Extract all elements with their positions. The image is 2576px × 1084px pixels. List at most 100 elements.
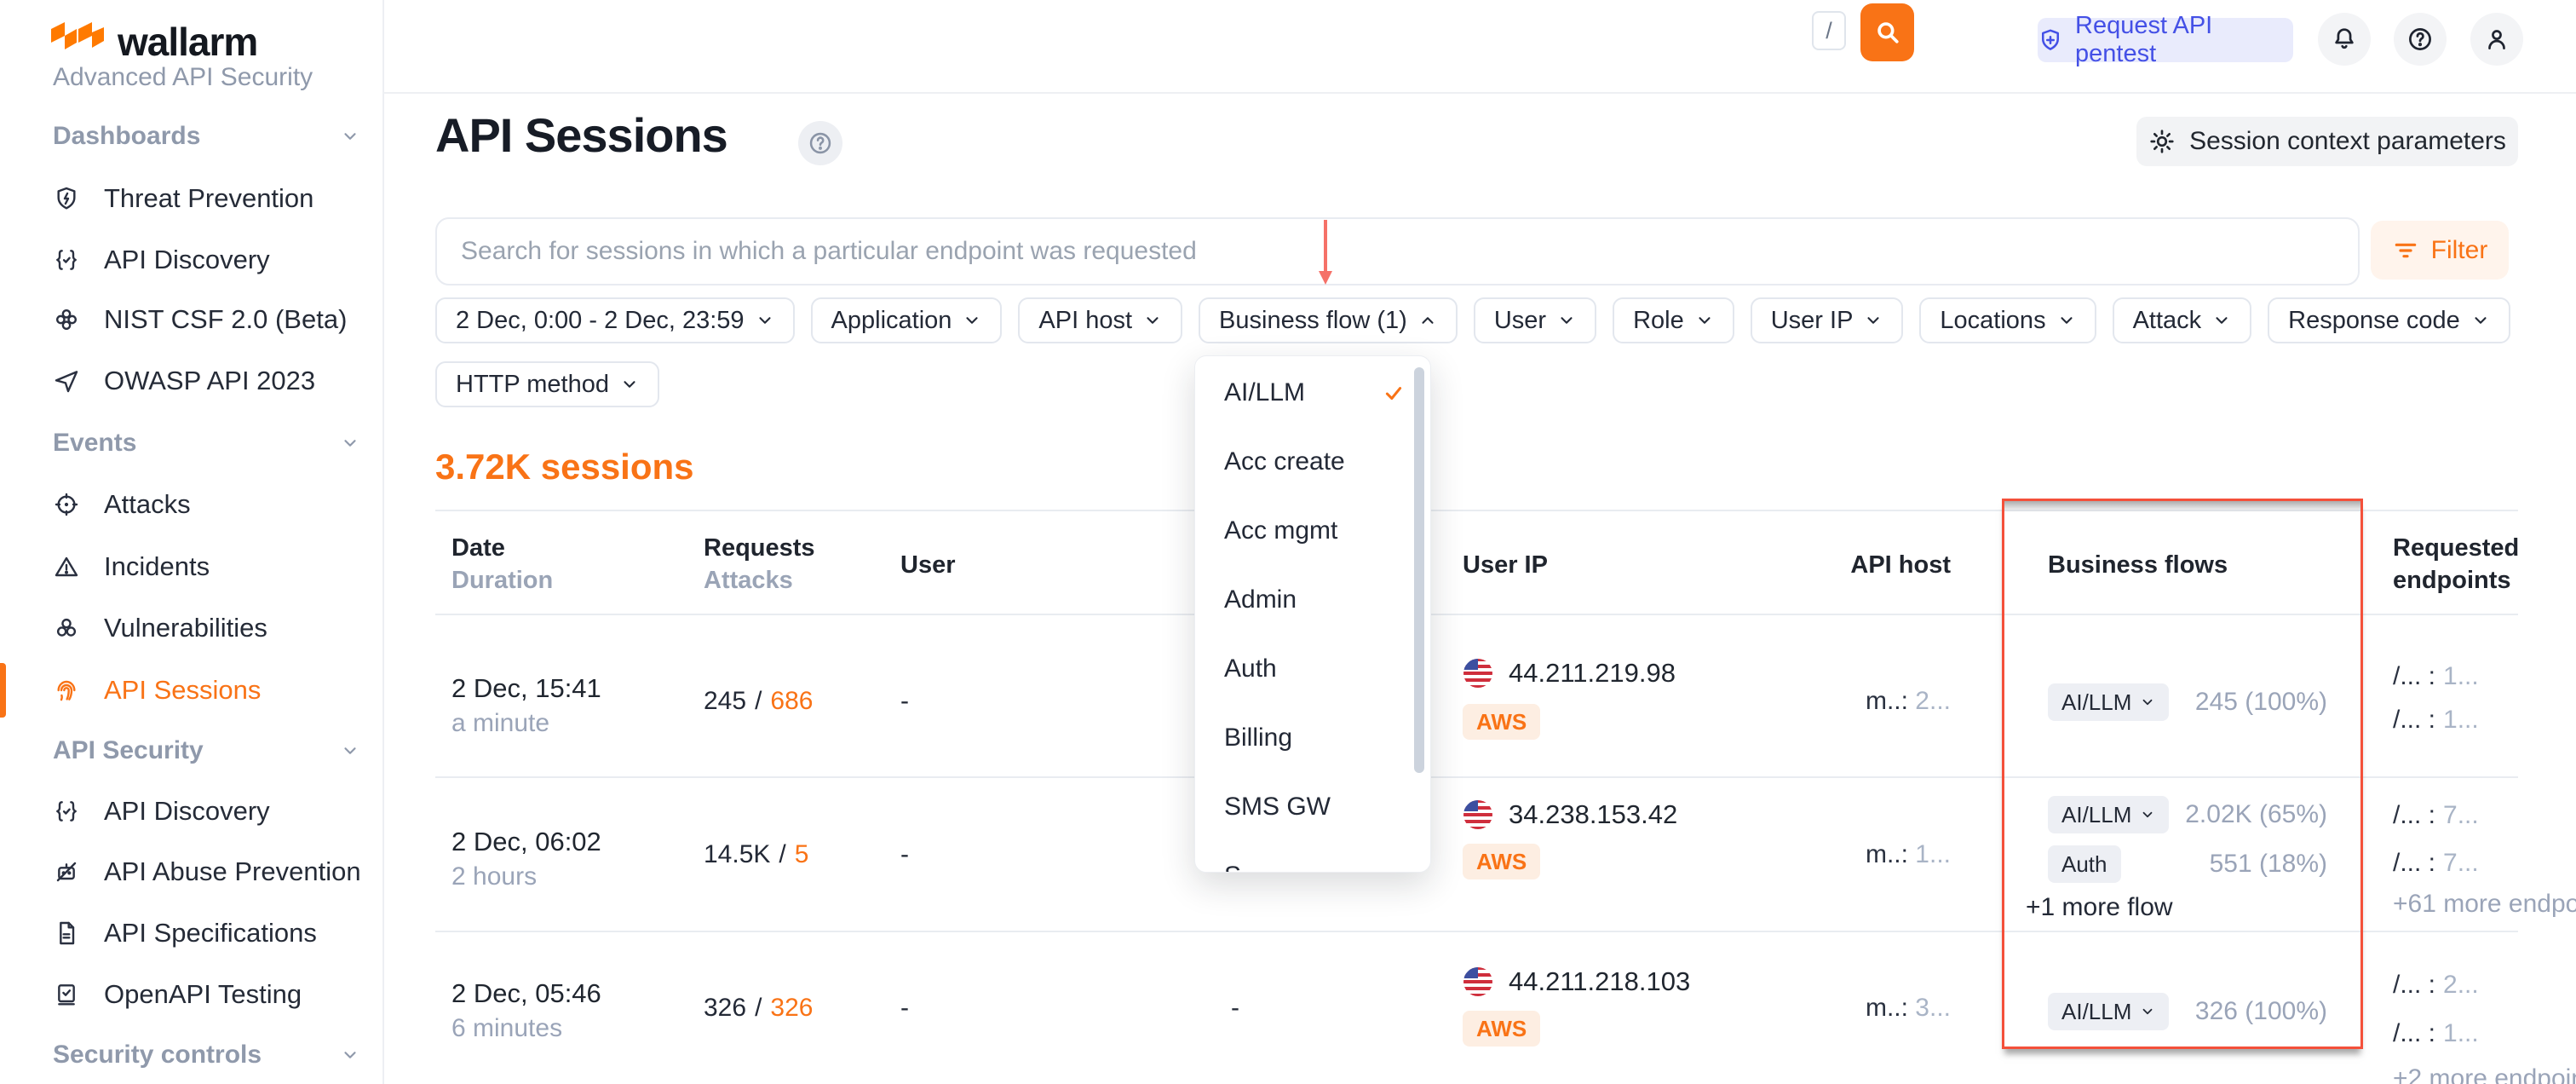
notifications-button[interactable] (2318, 13, 2371, 66)
shield-check-icon (2038, 27, 2063, 53)
account-button[interactable] (2470, 13, 2523, 66)
us-flag-icon (1463, 658, 1493, 689)
attacks-count: 326 (770, 994, 813, 1023)
requests-attacks: 14.5K/5 (704, 840, 808, 869)
flow-chip[interactable]: AI/LLM (2048, 796, 2169, 833)
api-host-cell: m..: 2... (1840, 687, 2002, 716)
filter-chip-user-ip[interactable]: User IP (1751, 297, 1904, 343)
sidebar: wallarm Advanced API Security Dashboards… (0, 0, 384, 1084)
col-header-attacks[interactable]: Attacks (704, 564, 815, 597)
filter-button[interactable]: Filter (2371, 221, 2509, 280)
filter-chip-attack[interactable]: Attack (2113, 297, 2252, 343)
requested-endpoints-cell: /... :7... /... :7... +61 more endpo (2393, 799, 2521, 921)
flow-value: 551 (18%) (2210, 850, 2327, 879)
col-header-business-flows[interactable]: Business flows (2002, 549, 2363, 581)
chevron-down-icon (2471, 311, 2490, 330)
chevron-up-icon (1418, 311, 1437, 330)
sidebar-item-api-discovery[interactable]: API Discovery (53, 234, 270, 285)
us-flag-icon (1463, 799, 1493, 830)
sidebar-item-api-abuse-prevention[interactable]: API Abuse Prevention (53, 846, 361, 897)
col-header-user[interactable]: User (900, 549, 956, 581)
col-header-duration[interactable]: Duration (451, 564, 553, 597)
dropdown-item-billing[interactable]: Billing (1195, 703, 1430, 772)
dropdown-item-partial[interactable]: S (1195, 841, 1430, 873)
filter-chip-http-method[interactable]: HTTP method (435, 361, 659, 407)
sidebar-item-openapi-testing[interactable]: OpenAPI Testing (53, 969, 302, 1020)
sidebar-item-attacks[interactable]: Attacks (53, 479, 191, 530)
filter-chip-business-flow[interactable]: Business flow (1) (1199, 297, 1458, 343)
sidebar-item-nist-csf[interactable]: NIST CSF 2.0 (Beta) (53, 294, 347, 345)
dropdown-item-ai-llm[interactable]: AI/LLM (1195, 358, 1430, 427)
filter-chip-api-host[interactable]: API host (1018, 297, 1182, 343)
wallarm-logo[interactable]: wallarm (51, 19, 257, 65)
business-flows-cell: AI/LLM 326 (100%) (2002, 991, 2363, 1041)
chevron-down-icon (2212, 311, 2231, 330)
page-help-icon[interactable] (798, 121, 842, 165)
sidebar-item-api-specifications[interactable]: API Specifications (53, 908, 317, 959)
logo-text: wallarm (118, 19, 257, 65)
filter-chip-locations[interactable]: Locations (1919, 297, 2096, 343)
bot-off-icon (53, 858, 80, 885)
sidebar-item-api-discovery-2[interactable]: API Discovery (53, 786, 270, 837)
wallarm-flash-icon (51, 22, 104, 61)
gear-icon (2148, 128, 2176, 155)
sidebar-section-dashboards[interactable]: Dashboards (53, 111, 359, 162)
chevron-down-icon (1864, 311, 1883, 330)
sessions-table: Date Duration Requests Attacks User User… (435, 510, 2518, 1084)
sidebar-item-incidents[interactable]: Incidents (53, 541, 210, 592)
petals-icon (53, 306, 80, 333)
flow-chip[interactable]: AI/LLM (2048, 993, 2169, 1030)
col-header-user-ip[interactable]: User IP (1463, 549, 1548, 581)
us-flag-icon (1463, 966, 1493, 997)
dropdown-item-acc-mgmt[interactable]: Acc mgmt (1195, 496, 1430, 565)
doc-check-icon (53, 981, 80, 1008)
session-date: 2 Dec, 15:41 (451, 672, 601, 706)
sidebar-item-owasp-api[interactable]: OWASP API 2023 (53, 355, 315, 406)
filter-chip-user[interactable]: User (1474, 297, 1596, 343)
flow-chip[interactable]: Auth (2048, 845, 2121, 883)
dropdown-scrollbar[interactable] (1414, 367, 1424, 773)
dropdown-item-acc-create[interactable]: Acc create (1195, 427, 1430, 496)
col-header-requested-endpoints[interactable]: Requested endpoints (2393, 532, 2521, 597)
topbar-divider (382, 92, 2576, 94)
flow-chip[interactable]: AI/LLM (2048, 683, 2169, 721)
filter-chip-application[interactable]: Application (811, 297, 1003, 343)
search-bar (435, 217, 2360, 285)
sidebar-item-vulnerabilities[interactable]: Vulnerabilities (53, 603, 267, 654)
help-button[interactable] (2394, 13, 2447, 66)
search-input[interactable] (437, 219, 2358, 284)
col-header-api-host[interactable]: API host (1840, 549, 2002, 581)
sidebar-section-security-controls[interactable]: Security controls (53, 1029, 359, 1081)
sidebar-item-api-sessions[interactable]: API Sessions (53, 665, 261, 716)
search-button[interactable] (1860, 3, 1914, 61)
filter-chip-response-code[interactable]: Response code (2268, 297, 2510, 343)
business-flow-dropdown: AI/LLM Acc create Acc mgmt Admin Auth Bi… (1194, 355, 1431, 873)
dropdown-item-admin[interactable]: Admin (1195, 565, 1430, 634)
flow-value: 2.02K (65%) (2185, 800, 2327, 829)
filter-chip-date-range[interactable]: 2 Dec, 0:00 - 2 Dec, 23:59 (435, 297, 795, 343)
chevron-down-icon (620, 375, 639, 394)
dropdown-item-sms-gw[interactable]: SMS GW (1195, 772, 1430, 841)
table-row[interactable]: 2 Dec, 15:41 a minute 245/686 - - 44.211… (435, 615, 2518, 778)
cloud-provider-badge: AWS (1463, 844, 1540, 879)
sidebar-section-api-security[interactable]: API Security (53, 725, 359, 776)
warning-triangle-icon (53, 553, 80, 580)
request-api-pentest-button[interactable]: Request API pentest (2038, 18, 2293, 62)
check-icon (1383, 382, 1405, 404)
col-header-date[interactable]: Date (451, 532, 553, 564)
table-row[interactable]: 2 Dec, 06:02 2 hours 14.5K/5 - - 34.238.… (435, 778, 2518, 932)
col-header-requests[interactable]: Requests (704, 532, 815, 564)
requested-endpoints-cell: /... :2... /... :1... +2 more endpoint (2393, 968, 2521, 1084)
sidebar-item-threat-prevention[interactable]: Threat Prevention (53, 173, 313, 224)
more-flows-link[interactable]: +1 more flow (2002, 893, 2363, 922)
table-row[interactable]: 2 Dec, 05:46 6 minutes 326/326 - - 44.21… (435, 932, 2518, 1084)
search-shortcut-key: / (1812, 11, 1846, 50)
user-ip-cell: 44.211.218.103 (1463, 966, 1690, 997)
session-context-parameters-button[interactable]: Session context parameters (2136, 117, 2518, 166)
extra-cell: - (1231, 994, 1239, 1023)
page-title: API Sessions (435, 107, 727, 163)
sidebar-section-events[interactable]: Events (53, 418, 359, 469)
dropdown-item-auth[interactable]: Auth (1195, 634, 1430, 703)
filter-chip-role[interactable]: Role (1613, 297, 1734, 343)
fingerprint-icon (53, 677, 80, 704)
